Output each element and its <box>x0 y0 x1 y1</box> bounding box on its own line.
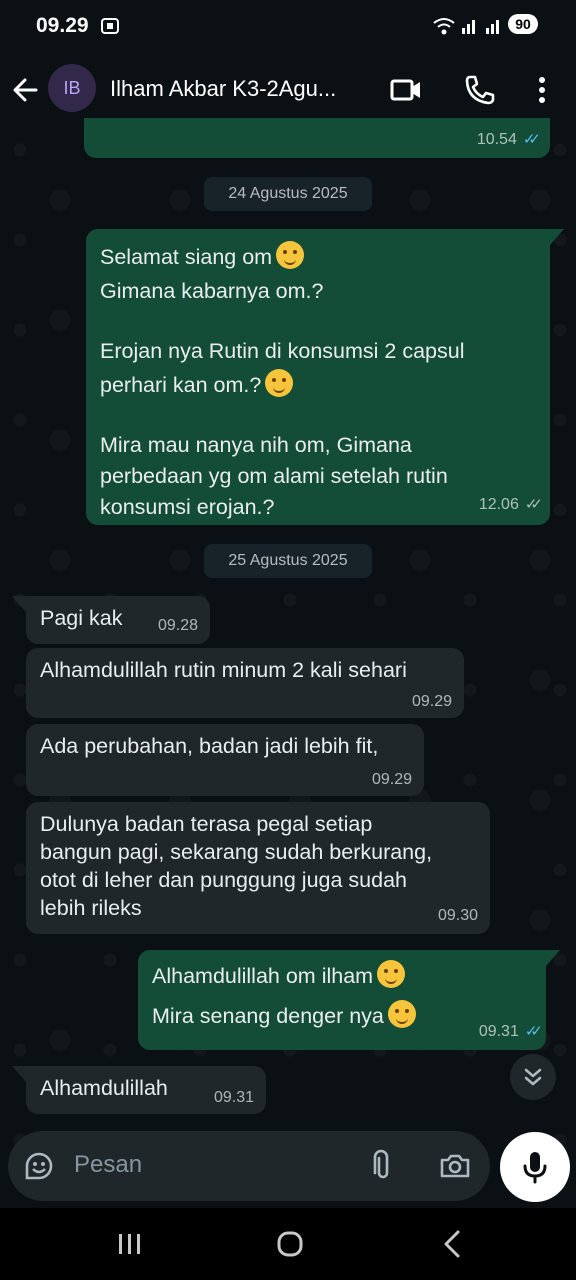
message-time: 09.30 <box>437 907 478 924</box>
message-time: 12.06 <box>478 496 519 513</box>
message-text: Mira mau nanya nih om, Gimana <box>100 433 412 457</box>
voice-message-button[interactable] <box>500 1132 570 1202</box>
message-time: 09.29 <box>411 693 452 710</box>
recent-apps-icon[interactable] <box>110 1226 150 1262</box>
message-text: Gimana kabarnya om.? <box>100 279 324 303</box>
message-text: Dulunya badan terasa pegal setiap <box>40 812 373 836</box>
message-text: konsumsi erojan.? <box>100 495 275 519</box>
message-bubble-incoming[interactable]: Dulunya badan terasa pegal setiap bangun… <box>26 802 490 934</box>
message-text: Alhamdulillah <box>40 1076 168 1100</box>
smiling-face-hearts-emoji <box>276 241 305 269</box>
message-text: Mira senang denger nya <box>152 1004 384 1028</box>
smiling-face-hearts-emoji <box>377 960 406 988</box>
message-bubble-outgoing[interactable]: 10.54 ✓✓ <box>84 118 550 158</box>
video-call-icon[interactable] <box>388 72 424 108</box>
status-bar: 09.29 90 <box>0 0 576 50</box>
message-time: 09.28 <box>157 617 198 634</box>
message-text: perhari kan om.? <box>100 373 262 397</box>
contact-name[interactable]: Ilham Akbar K3-2Agu... <box>110 76 380 102</box>
date-separator: 24 Agustus 2025 <box>204 177 372 211</box>
message-bubble-outgoing[interactable]: Selamat siang om Gimana kabarnya om.? Er… <box>86 229 550 525</box>
emoji-icon[interactable] <box>22 1149 56 1183</box>
arrow-left-icon[interactable] <box>10 70 42 110</box>
back-nav-icon[interactable] <box>432 1226 472 1262</box>
message-text: Pagi kak <box>40 606 123 630</box>
message-text: Selamat siang om <box>100 245 273 269</box>
phone-icon[interactable] <box>462 72 498 108</box>
message-text: perbedaan yg om alami setelah rutin <box>100 464 448 488</box>
message-text: Erojan nya Rutin di konsumsi 2 capsul <box>100 339 465 363</box>
wifi-icon <box>432 16 456 41</box>
message-time: 09.31 <box>213 1089 254 1106</box>
message-text: Ada perubahan, badan jadi lebih fit, <box>40 734 379 758</box>
scroll-to-bottom-button[interactable] <box>510 1054 556 1100</box>
delivered-ticks-icon: ✓✓ <box>524 496 543 513</box>
message-text: Alhamdulillah rutin minum 2 kali sehari <box>40 658 407 682</box>
message-text: Alhamdulillah om ilham <box>152 964 374 988</box>
signal-icon <box>458 16 504 41</box>
more-vertical-icon[interactable] <box>524 72 560 108</box>
message-time: 10.54 <box>476 131 517 148</box>
message-text: bangun pagi, sekarang sudah berkurang, <box>40 840 433 864</box>
message-bubble-incoming[interactable]: Ada perubahan, badan jadi lebih fit, 09.… <box>26 724 424 796</box>
message-bubble-incoming[interactable]: Pagi kak 09.28 <box>26 596 210 644</box>
message-composer: Pesan <box>8 1131 490 1201</box>
double-chevron-down-icon <box>524 1068 542 1086</box>
system-navigation-bar <box>0 1208 576 1280</box>
camera-icon[interactable] <box>438 1149 472 1183</box>
message-text: otot di leher dan punggung juga sudah <box>40 868 408 892</box>
microphone-icon <box>523 1152 547 1184</box>
home-icon[interactable] <box>270 1226 310 1262</box>
message-input[interactable]: Pesan <box>74 1151 142 1179</box>
message-text: lebih rileks <box>40 896 142 920</box>
message-bubble-outgoing[interactable]: Alhamdulillah om ilham Mira senang denge… <box>138 950 546 1050</box>
smiling-face-emoji <box>387 1000 416 1028</box>
message-bubble-incoming[interactable]: Alhamdulillah 09.31 <box>26 1066 266 1114</box>
status-time: 09.29 <box>36 14 89 37</box>
screenshot-icon <box>100 16 120 41</box>
message-bubble-incoming[interactable]: Alhamdulillah rutin minum 2 kali sehari … <box>26 648 464 718</box>
date-separator: 25 Agustus 2025 <box>204 544 372 578</box>
read-ticks-icon: ✓✓ <box>524 1023 543 1040</box>
avatar[interactable]: IB <box>48 64 96 112</box>
paperclip-icon[interactable] <box>366 1149 400 1183</box>
smiling-face-emoji <box>265 369 294 397</box>
battery-indicator: 90 <box>508 14 538 34</box>
read-ticks-icon: ✓✓ <box>522 131 541 148</box>
message-time: 09.31 <box>478 1023 519 1040</box>
message-time: 09.29 <box>371 771 412 788</box>
